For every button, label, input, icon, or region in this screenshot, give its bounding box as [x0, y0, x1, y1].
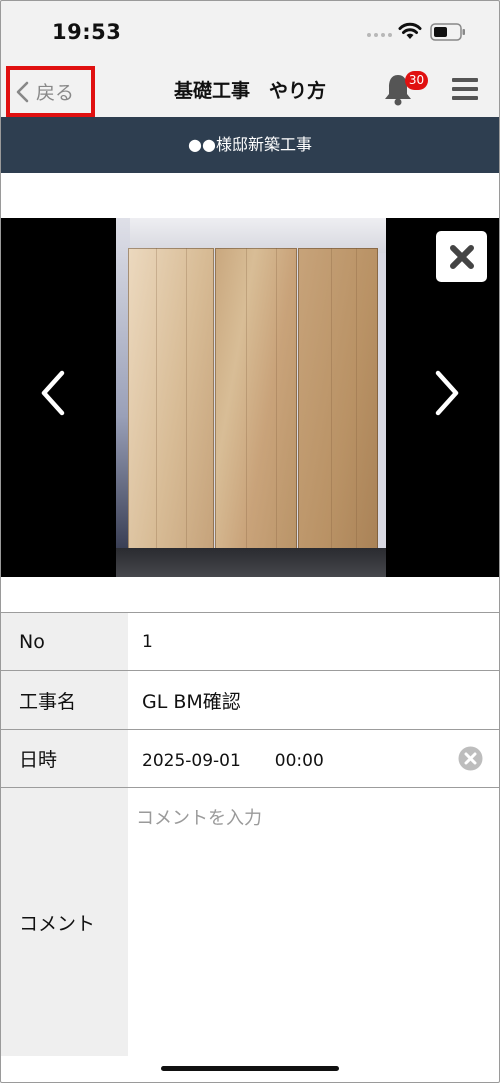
form-row-datetime: 日時 2025-09-01 00:00: [0, 730, 500, 788]
nav-bar: 戻る 基礎工事 やり方 30: [0, 62, 500, 117]
form-row-no: No 1: [0, 613, 500, 671]
form-row-work-name: 工事名 GL BM確認: [0, 671, 500, 730]
close-icon: [449, 244, 474, 269]
wifi-icon: [398, 22, 422, 39]
construction-photo: [116, 218, 386, 577]
comment-input[interactable]: [128, 788, 500, 1056]
hamburger-menu-icon[interactable]: [452, 78, 478, 100]
previous-photo-icon[interactable]: [38, 368, 68, 418]
detail-form: No 1 工事名 GL BM確認 日時 2025-09-01 00:00 コメン…: [0, 612, 500, 1056]
form-row-comment: コメント: [0, 788, 500, 1056]
status-bar: 19:53: [0, 0, 500, 62]
no-value: 1: [128, 613, 500, 670]
close-button[interactable]: [436, 231, 487, 282]
clear-icon[interactable]: [458, 746, 483, 771]
home-indicator: [161, 1066, 339, 1071]
work-name-value: GL BM確認: [128, 671, 500, 729]
back-button[interactable]: 戻る: [6, 66, 95, 117]
project-banner: ●●様邸新築工事: [0, 117, 500, 173]
back-label: 戻る: [36, 82, 75, 104]
comment-label: コメント: [0, 788, 128, 1056]
next-photo-icon[interactable]: [432, 368, 462, 418]
page-title: 基礎工事 やり方: [173, 80, 326, 102]
datetime-field[interactable]: 2025-09-01 00:00: [128, 730, 500, 787]
datetime-value: 2025-09-01 00:00: [142, 751, 324, 771]
datetime-label: 日時: [0, 730, 128, 787]
no-label: No: [0, 613, 128, 670]
signal-icon: [367, 33, 393, 39]
chevron-left-icon: [16, 81, 29, 102]
photo-viewer: [0, 218, 500, 577]
status-time: 19:53: [52, 20, 122, 44]
battery-icon: [430, 23, 465, 41]
work-name-label: 工事名: [0, 671, 128, 729]
notification-badge: 30: [405, 71, 428, 90]
